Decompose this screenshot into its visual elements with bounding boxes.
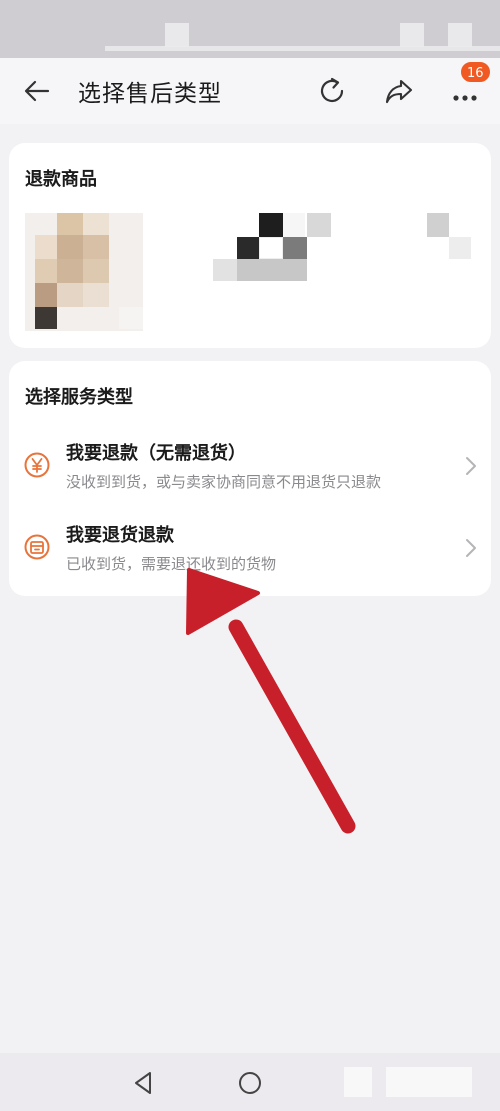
refresh-icon[interactable] (315, 74, 349, 108)
yen-icon (24, 452, 50, 478)
nav-blur (344, 1067, 372, 1097)
status-line (105, 46, 500, 51)
notification-badge: 16 (459, 60, 492, 84)
nav-blur (386, 1067, 472, 1097)
option-title: 我要退货退款 (66, 525, 174, 546)
product-image[interactable] (25, 213, 143, 331)
return-goods-icon (24, 534, 50, 560)
option-title: 我要退款（无需退货） (66, 443, 246, 464)
return-and-refund-option[interactable]: 我要退货退款 已收到货，需要退还收到的货物 (9, 513, 491, 585)
refund-goods-title: 退款商品 (25, 169, 97, 190)
system-nav-bar (0, 1053, 500, 1111)
nav-back-icon[interactable] (130, 1069, 158, 1097)
nav-home-icon[interactable] (236, 1069, 264, 1097)
option-description: 已收到货，需要退还收到的货物 (66, 555, 277, 573)
back-arrow-icon[interactable] (22, 76, 52, 106)
status-bar (0, 0, 500, 58)
status-blur (400, 23, 424, 47)
service-type-title: 选择服务类型 (25, 387, 133, 408)
status-blur (165, 23, 189, 47)
share-icon[interactable] (382, 74, 416, 108)
chevron-right-icon (466, 457, 476, 475)
refund-goods-card: 退款商品 (9, 143, 491, 348)
page-title: 选择售后类型 (78, 81, 222, 107)
refund-only-option[interactable]: 我要退款（无需退货） 没收到到货，或与卖家协商同意不用退货只退款 (9, 431, 491, 503)
app-header: 选择售后类型 16 (0, 58, 500, 124)
service-type-card: 选择服务类型 我要退款（无需退货） 没收到到货，或与卖家协商同意不用退货只退款 … (9, 361, 491, 596)
status-blur (448, 23, 472, 47)
chevron-right-icon (466, 539, 476, 557)
option-description: 没收到到货，或与卖家协商同意不用退货只退款 (66, 473, 382, 491)
